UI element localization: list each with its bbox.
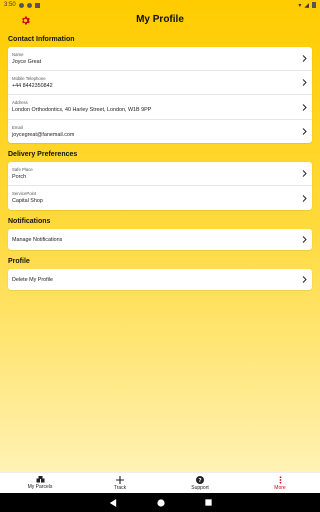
chevron-right-icon [301,170,307,178]
status-bar: 3:50 ▾ ◢ [0,0,320,10]
status-time: 3:50 [4,2,16,8]
nav-my-parcels[interactable]: My Parcels [0,473,80,493]
address-row[interactable]: Address London Orthodontics, 40 Harley S… [8,95,312,120]
nav-track-label: Track [113,484,127,491]
safe-place-row[interactable]: Safe Place Porch [8,162,312,186]
parcels-icon [36,476,44,483]
notification-icon [18,2,24,8]
svg-text:?: ? [198,478,201,484]
nav-my-parcels-label: My Parcels [27,484,53,490]
nav-more-label: More [274,484,286,491]
nav-support[interactable]: ? Support [160,473,240,493]
section-title-notifications: Notifications [8,218,51,225]
delete-profile-row[interactable]: Delete My Profile [8,269,312,290]
system-navigation-bar [0,493,320,512]
email-value: joycegreat@fanemail.com [12,131,75,138]
wifi-icon: ▾ [298,2,302,9]
email-row[interactable]: Email joycegreat@fanemail.com [8,120,312,143]
delete-profile-label: Delete My Profile [12,276,54,283]
chevron-right-icon [301,194,307,202]
manage-notifications-row[interactable]: Manage Notifications [8,229,312,250]
signal-icon: ◢ [304,2,309,9]
servicepoint-value: Capital Shop [12,198,43,204]
contact-card: Name Joyce Great Mobile Telephone +44 84… [8,47,312,143]
chevron-right-icon [301,103,307,111]
notification-icon [26,2,32,8]
chevron-right-icon [301,79,307,87]
more-vertical-icon [279,475,281,484]
nav-more[interactable]: More [240,473,320,493]
help-icon: ? [196,475,204,484]
battery-icon [312,2,316,8]
chevron-right-icon [301,236,307,244]
section-title-profile: Profile [8,258,30,265]
address-value: London Orthodontics, 40 Harley Street, L… [12,107,152,113]
bottom-navigation: My Parcels Track ? Support More [0,472,320,493]
notifications-card: Manage Notifications [8,229,312,250]
chevron-right-icon [301,128,307,136]
plus-icon [116,475,124,484]
nav-support-label: Support [191,484,209,491]
back-icon[interactable] [109,498,117,507]
profile-card: Delete My Profile [8,269,312,290]
servicepoint-row[interactable]: ServicePoint Capital Shop [8,186,312,210]
manage-notifications-label: Manage Notifications [12,236,63,243]
settings-button[interactable] [18,13,32,27]
home-icon[interactable] [156,498,165,507]
name-row[interactable]: Name Joyce Great [8,47,312,71]
page-title: My Profile [136,13,184,25]
safe-place-value: Porch [12,173,27,180]
delivery-card: Safe Place Porch ServicePoint Capital Sh… [8,162,312,210]
phone-value: +44 8442350842 [12,82,53,89]
gear-icon [21,16,30,24]
app-bar: My Profile [0,10,320,28]
name-value: Joyce Great [12,58,42,65]
nav-track[interactable]: Track [80,473,160,493]
section-title-delivery: Delivery Preferences [8,151,78,158]
phone-row[interactable]: Mobile Telephone +44 8442350842 [8,71,312,95]
chevron-right-icon [301,276,307,284]
recents-icon[interactable] [204,499,212,506]
section-title-contact: Contact Information [8,36,75,43]
chevron-right-icon [301,55,307,63]
notification-icon [34,2,40,8]
